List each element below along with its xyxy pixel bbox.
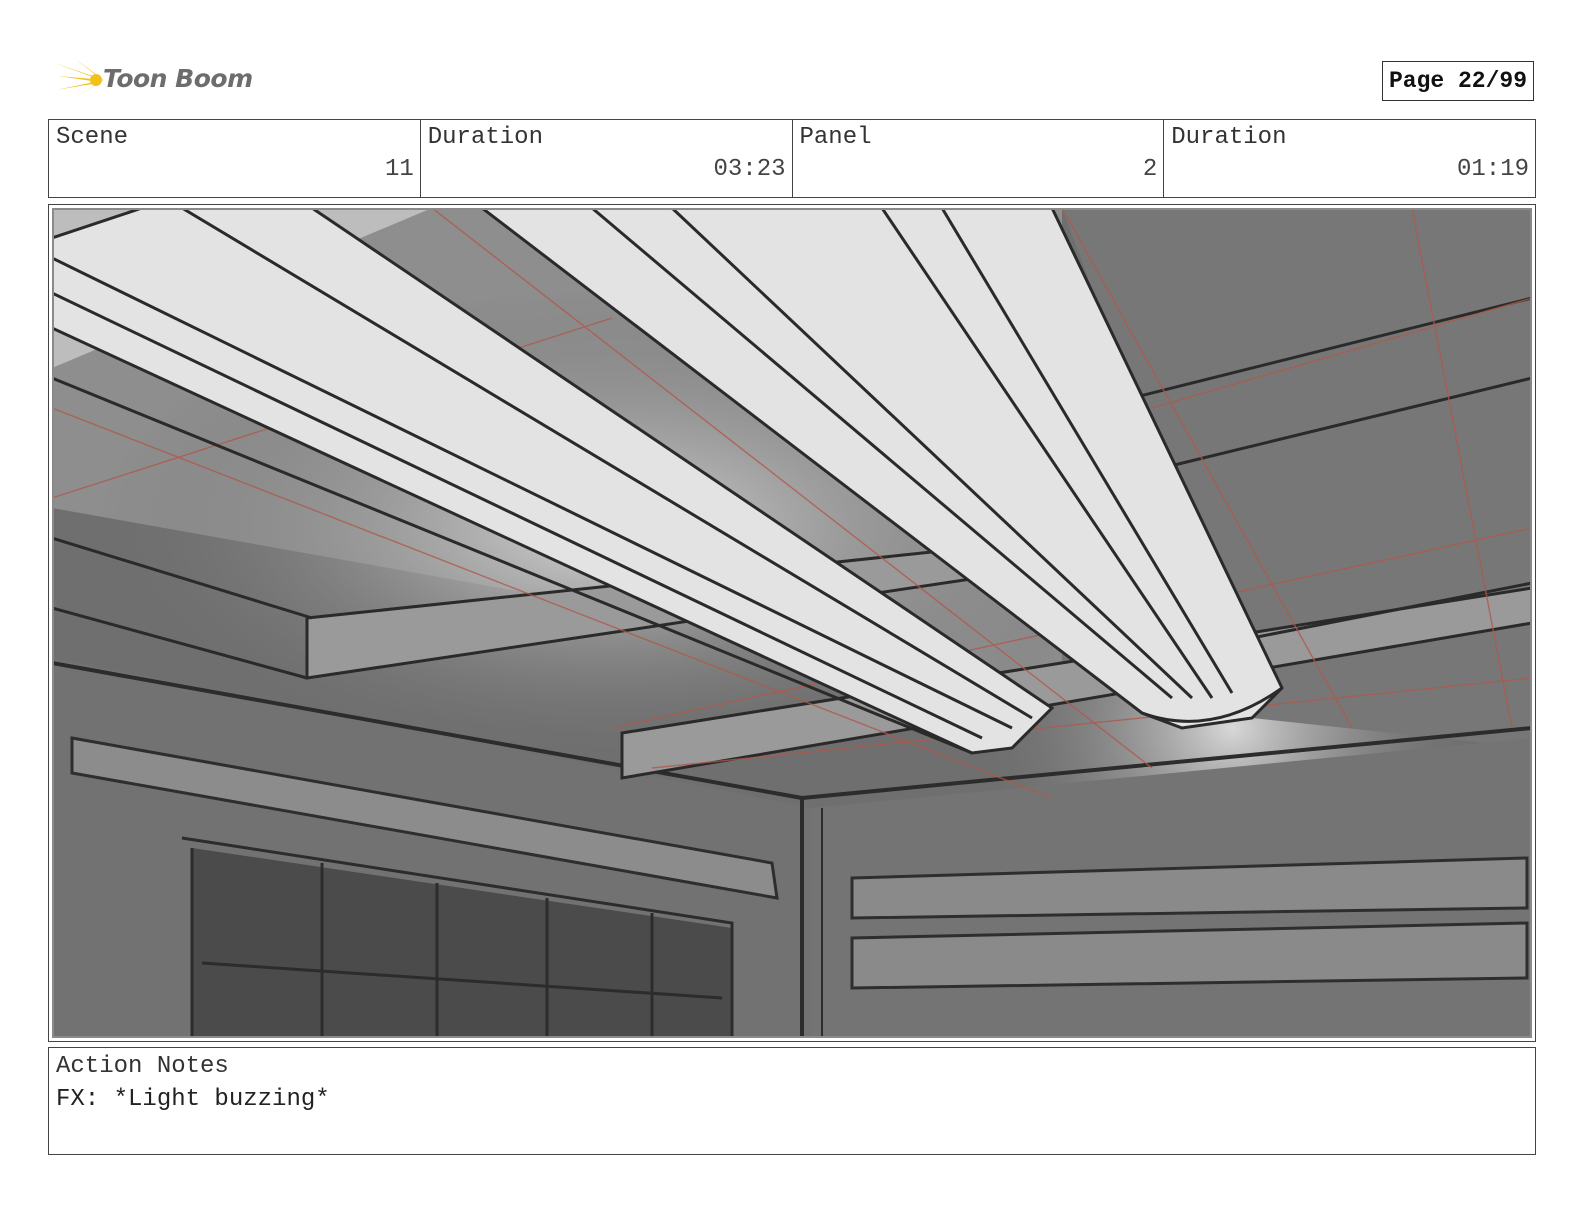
panel-info-row: Scene 11 Duration 03:23 Panel 2 Duration… — [48, 119, 1536, 198]
storyboard-panel — [48, 204, 1536, 1042]
action-notes-label: Action Notes — [56, 1053, 229, 1080]
ceiling-lights-sketch — [52, 208, 1532, 1038]
scene-duration-cell: Duration 03:23 — [421, 120, 793, 197]
panel-cell: Panel 2 — [793, 120, 1165, 197]
panel-duration-label: Duration — [1171, 124, 1287, 151]
scene-duration-label: Duration — [427, 124, 543, 151]
action-notes: Action Notes FX: *Light buzzing* — [48, 1047, 1536, 1155]
panel-duration-value: 01:19 — [1456, 156, 1529, 183]
page-number: Page 22/99 — [1382, 61, 1534, 101]
panel-label: Panel — [799, 124, 872, 151]
scene-label: Scene — [56, 124, 129, 151]
brand-name: Toon Boom — [103, 64, 253, 93]
panel-duration-cell: Duration 01:19 — [1164, 120, 1535, 197]
scene-value: 11 — [384, 156, 414, 183]
scene-duration-value: 03:23 — [713, 156, 786, 183]
scene-cell: Scene 11 — [49, 120, 421, 197]
panel-value: 2 — [1142, 156, 1158, 183]
action-notes-text: FX: *Light buzzing* — [56, 1086, 330, 1113]
